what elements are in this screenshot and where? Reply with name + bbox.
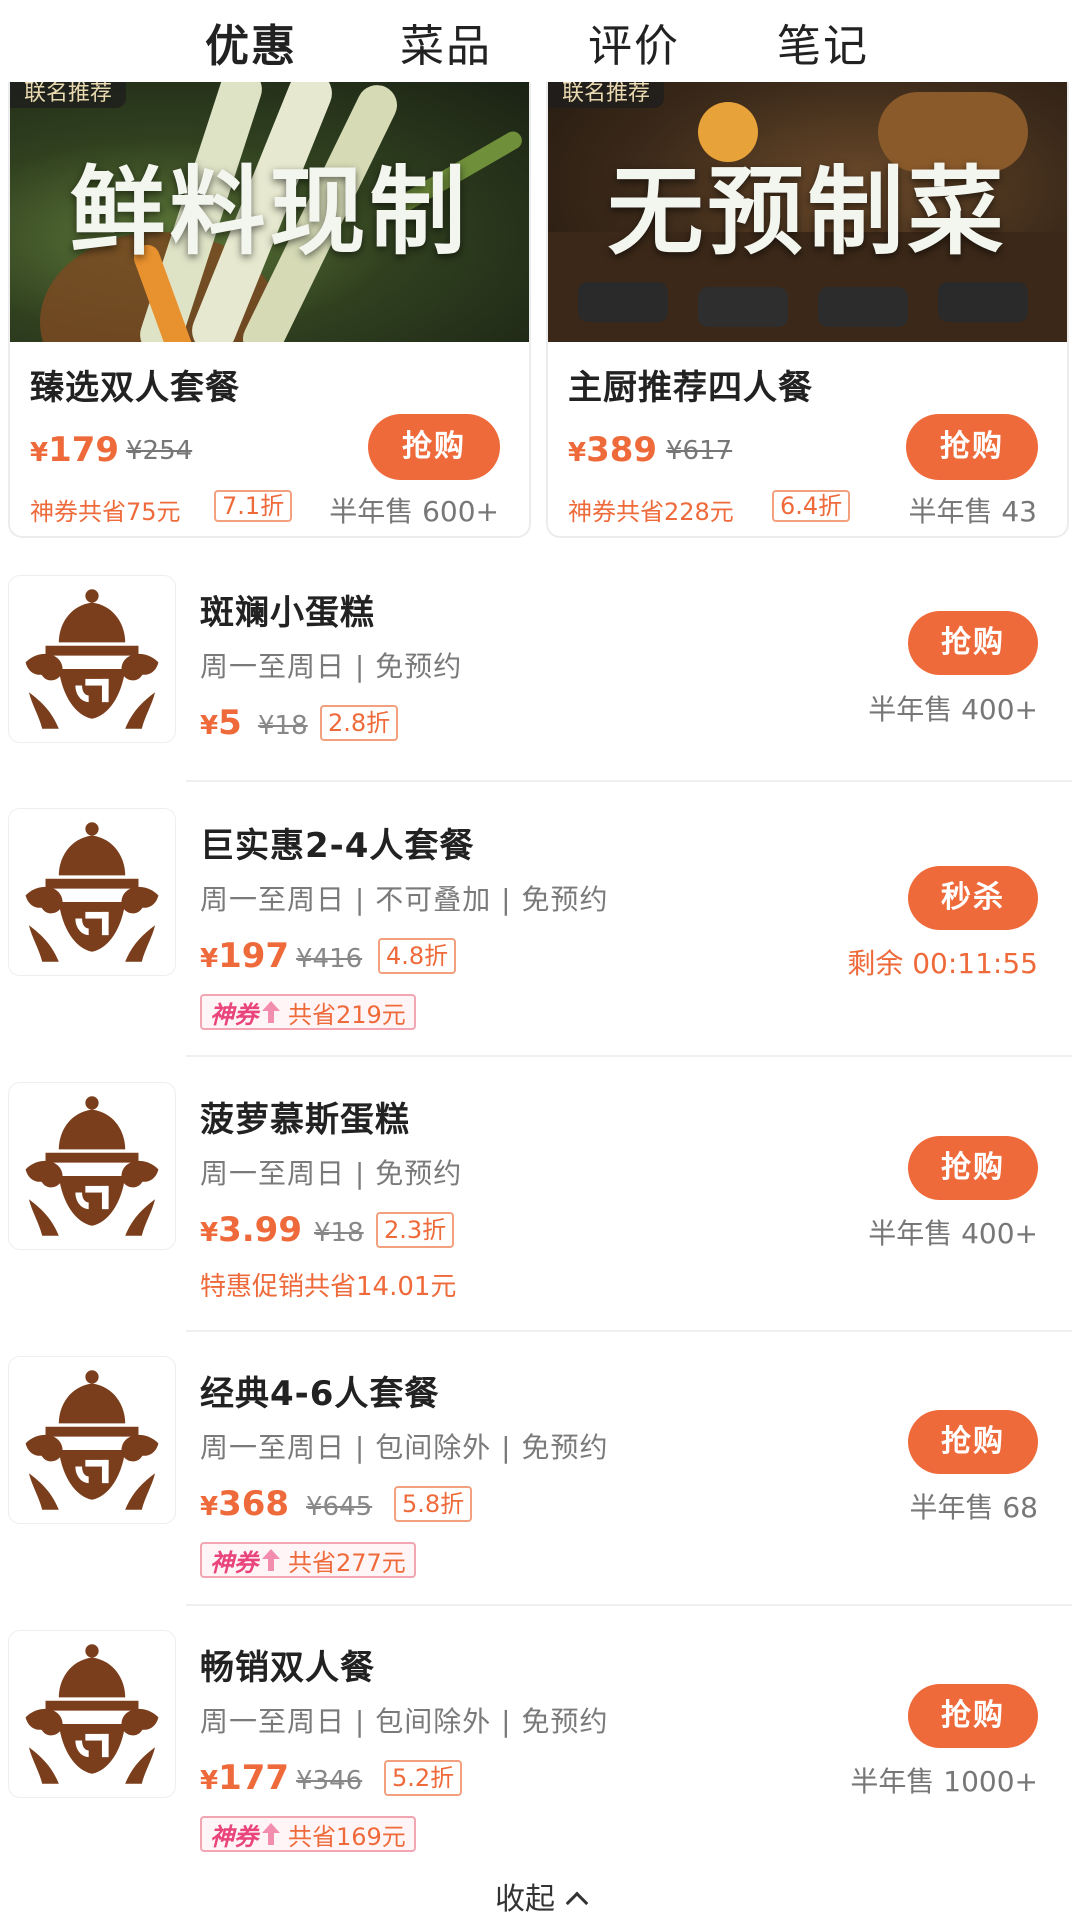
coupon-savings: 共省277元 bbox=[288, 1548, 406, 1577]
featured-tag: 联名推荐 bbox=[548, 82, 665, 108]
buy-button[interactable]: 抢购 bbox=[908, 1684, 1038, 1748]
coupon-badge: 神券 共省169元 bbox=[200, 1816, 416, 1852]
coupon-savings: 共省219元 bbox=[288, 1000, 406, 1029]
featured-sold-count: 半年售 600+ bbox=[329, 495, 499, 528]
divider bbox=[186, 1330, 1072, 1332]
tab-discounts[interactable]: 优惠 bbox=[205, 10, 297, 74]
tab-notes[interactable]: 笔记 bbox=[777, 10, 869, 74]
restaurant-logo bbox=[8, 1082, 176, 1250]
restaurant-logo-icon bbox=[9, 1631, 175, 1797]
coupon-savings: 共省169元 bbox=[288, 1822, 406, 1851]
coupon-badge: 神券 共省277元 bbox=[200, 1542, 416, 1578]
countdown-timer: 剩余 00:11:55 bbox=[847, 947, 1038, 980]
deal-title: 菠萝慕斯蛋糕 bbox=[200, 1100, 410, 1140]
arrow-up-icon bbox=[262, 1001, 280, 1023]
featured-tag: 联名推荐 bbox=[10, 82, 127, 108]
tab-reviews[interactable]: 评价 bbox=[588, 10, 680, 74]
deal-discount-badge: 2.3折 bbox=[376, 1212, 455, 1248]
arrow-up-icon bbox=[262, 1823, 280, 1845]
buy-button[interactable]: 抢购 bbox=[908, 1136, 1038, 1200]
coupon-tag: 神券 bbox=[210, 1000, 258, 1029]
featured-original-price: ¥617 bbox=[666, 436, 733, 466]
deal-price: ¥197 bbox=[200, 936, 290, 976]
deal-conditions: 周一至周日 | 包间除外 | 免预约 bbox=[200, 1705, 609, 1738]
deal-title: 巨实惠2-4人套餐 bbox=[200, 826, 475, 866]
divider bbox=[186, 1604, 1072, 1606]
restaurant-logo bbox=[8, 808, 176, 976]
deal-title: 经典4-6人套餐 bbox=[200, 1374, 440, 1414]
featured-overlay-text: 鲜料现制 bbox=[69, 156, 470, 268]
featured-discount-badge: 7.1折 bbox=[214, 490, 293, 522]
deal-sold-count: 半年售 1000+ bbox=[850, 1765, 1038, 1798]
restaurant-logo-icon bbox=[9, 576, 175, 742]
deal-conditions: 周一至周日 | 包间除外 | 免预约 bbox=[200, 1431, 609, 1464]
featured-image: 联名推荐 鲜料现制 bbox=[10, 82, 529, 342]
featured-title: 主厨推荐四人餐 bbox=[568, 368, 813, 408]
featured-price: ¥389 bbox=[568, 430, 658, 470]
featured-savings: 神券共省75元 bbox=[30, 498, 181, 526]
deal-sold-count: 半年售 400+ bbox=[868, 693, 1038, 726]
featured-title: 臻选双人套餐 bbox=[30, 368, 240, 408]
deal-discount-badge: 4.8折 bbox=[378, 938, 457, 974]
buy-button[interactable]: 抢购 bbox=[368, 414, 500, 480]
deal-sold-count: 半年售 68 bbox=[909, 1491, 1038, 1524]
coupon-tag: 神券 bbox=[210, 1548, 258, 1577]
collapse-label: 收起 bbox=[495, 1882, 555, 1917]
buy-button[interactable]: 抢购 bbox=[908, 611, 1038, 675]
divider bbox=[186, 780, 1072, 782]
deal-title: 畅销双人餐 bbox=[200, 1648, 375, 1688]
featured-sold-count: 半年售 43 bbox=[908, 495, 1037, 528]
featured-image: 联名推荐 无预制菜 bbox=[548, 82, 1067, 342]
restaurant-logo bbox=[8, 1630, 176, 1798]
restaurant-logo bbox=[8, 1356, 176, 1524]
buy-button[interactable]: 抢购 bbox=[908, 1410, 1038, 1474]
tab-bar: 优惠 菜品 评价 笔记 bbox=[0, 0, 1080, 80]
coupon-tag: 神券 bbox=[210, 1822, 258, 1851]
deal-conditions: 周一至周日 | 不可叠加 | 免预约 bbox=[200, 883, 609, 916]
deal-original-price: ¥18 bbox=[258, 711, 308, 741]
deal-sold-count: 半年售 400+ bbox=[868, 1217, 1038, 1250]
deal-original-price: ¥346 bbox=[296, 1766, 363, 1796]
restaurant-logo-icon bbox=[9, 1083, 175, 1249]
featured-savings: 神券共省228元 bbox=[568, 498, 734, 526]
restaurant-logo-icon bbox=[9, 1357, 175, 1523]
deal-price: ¥368 bbox=[200, 1484, 290, 1524]
collapse-button[interactable]: 收起 bbox=[0, 1874, 1080, 1918]
deal-original-price: ¥645 bbox=[306, 1492, 373, 1522]
deal-price: ¥177 bbox=[200, 1758, 290, 1798]
divider bbox=[186, 1055, 1072, 1057]
chevron-up-icon bbox=[565, 1891, 589, 1915]
arrow-up-icon bbox=[262, 1549, 280, 1571]
deal-original-price: ¥18 bbox=[314, 1218, 364, 1248]
deal-price: ¥3.99 bbox=[200, 1210, 302, 1250]
deal-title: 斑斓小蛋糕 bbox=[200, 593, 375, 633]
deal-discount-badge: 2.8折 bbox=[320, 705, 399, 741]
promo-savings: 特惠促销共省14.01元 bbox=[200, 1272, 457, 1302]
deal-conditions: 周一至周日 | 免预约 bbox=[200, 650, 463, 683]
coupon-badge: 神券 共省219元 bbox=[200, 994, 416, 1030]
deal-original-price: ¥416 bbox=[296, 944, 363, 974]
deal-discount-badge: 5.8折 bbox=[394, 1486, 473, 1522]
featured-card[interactable]: 联名推荐 鲜料现制 臻选双人套餐 ¥179 ¥254 神券共省75元 7.1折 … bbox=[8, 82, 531, 538]
featured-overlay-text: 无预制菜 bbox=[607, 156, 1008, 268]
featured-discount-badge: 6.4折 bbox=[772, 490, 851, 522]
deal-discount-badge: 5.2折 bbox=[384, 1760, 463, 1796]
tab-dishes[interactable]: 菜品 bbox=[400, 10, 492, 74]
featured-card[interactable]: 联名推荐 无预制菜 主厨推荐四人餐 ¥389 ¥617 神券共省228元 6.4… bbox=[546, 82, 1069, 538]
flash-sale-button[interactable]: 秒杀 bbox=[908, 866, 1038, 930]
restaurant-logo bbox=[8, 575, 176, 743]
deal-conditions: 周一至周日 | 免预约 bbox=[200, 1157, 463, 1190]
restaurant-logo-icon bbox=[9, 809, 175, 975]
featured-original-price: ¥254 bbox=[126, 436, 193, 466]
buy-button[interactable]: 抢购 bbox=[906, 414, 1038, 480]
deal-price: ¥5 bbox=[200, 703, 242, 743]
featured-price: ¥179 bbox=[30, 430, 120, 470]
